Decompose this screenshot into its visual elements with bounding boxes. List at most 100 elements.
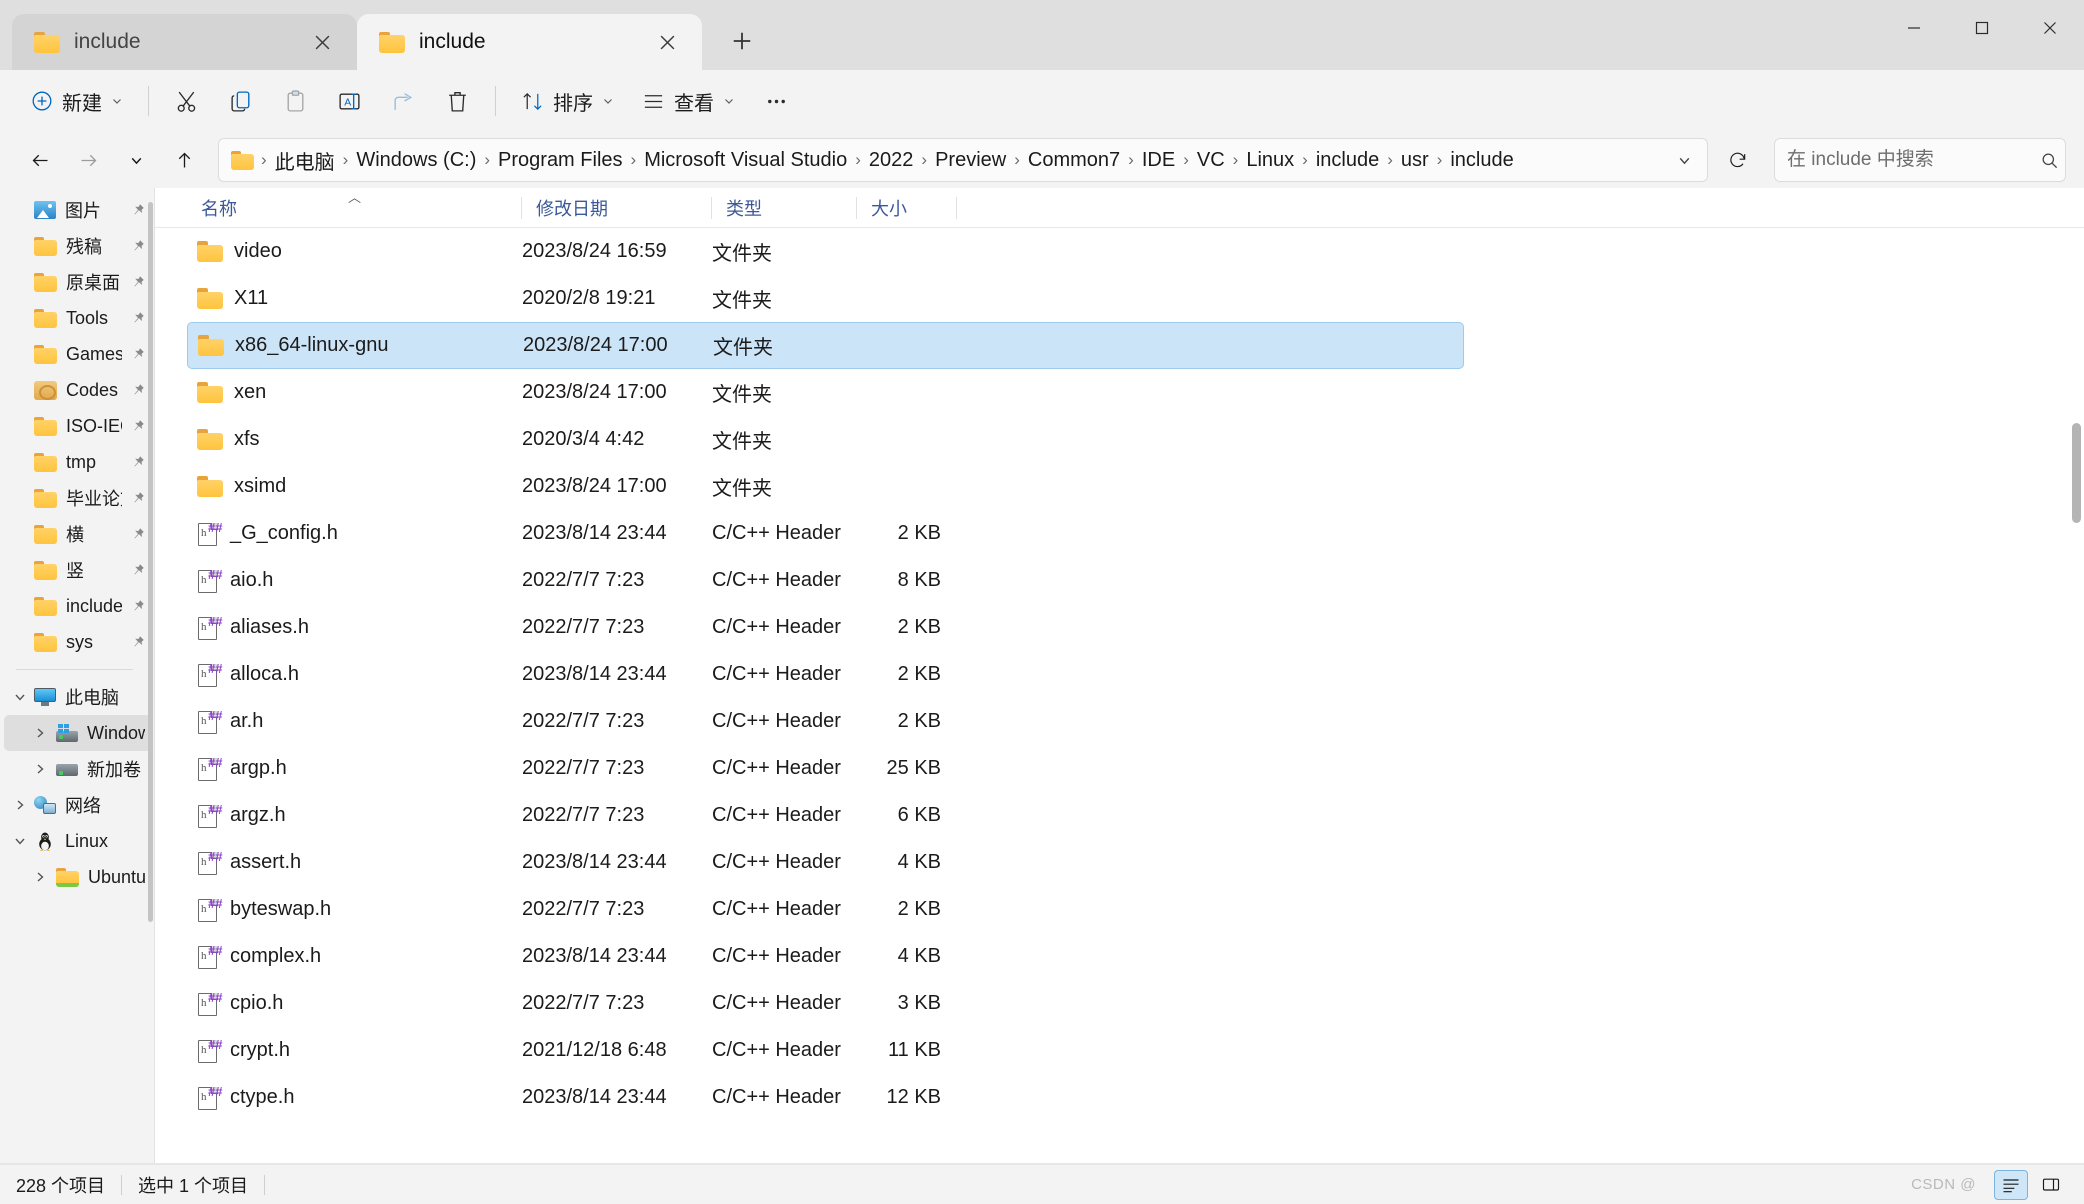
search-input[interactable] (1787, 149, 2032, 171)
sidebar-item-iso-iec[interactable]: ISO-IEC (4, 408, 151, 444)
table-row[interactable]: xen 2023/8/24 17:00 文件夹 (187, 369, 1464, 416)
column-header-type[interactable]: 类型 (712, 188, 857, 228)
column-header-name[interactable]: ︿ 名称 (187, 188, 522, 228)
sidebar-item-linux[interactable]: Linux (4, 823, 151, 859)
sidebar-item-include[interactable]: include (4, 588, 151, 624)
breadcrumb[interactable]: › 此电脑 › Windows (C:) › Program Files › M… (218, 138, 1708, 182)
breadcrumb-item-5[interactable]: Preview (928, 146, 1013, 175)
table-row[interactable]: x86_64-linux-gnu 2023/8/24 17:00 文件夹 (187, 322, 1464, 369)
pin-icon[interactable] (131, 491, 145, 505)
sidebar-item-network[interactable]: 网络 (4, 787, 151, 823)
pin-icon[interactable] (131, 311, 145, 325)
sidebar-item-tmp[interactable]: tmp (4, 444, 151, 480)
table-row[interactable]: h ## ctype.h 2023/8/14 23:44 C/C++ Header 12 … (187, 1074, 1464, 1121)
table-row[interactable]: X11 2020/2/8 19:21 文件夹 (187, 275, 1464, 322)
sidebar-item-shu[interactable]: 竖 (4, 552, 151, 588)
sidebar-item-games[interactable]: Games (4, 336, 151, 372)
file-list-scrollbar-thumb[interactable] (2072, 423, 2081, 523)
copy-button[interactable] (215, 78, 267, 124)
table-row[interactable]: h ## alloca.h 2023/8/14 23:44 C/C++ Header 2 … (187, 651, 1464, 698)
breadcrumb-item-1[interactable]: Windows (C:) (349, 146, 483, 175)
file-list[interactable]: video 2023/8/24 16:59 文件夹 X11 2020/2/8 19:21… (155, 228, 2084, 1164)
tab-include-1[interactable]: include (12, 14, 357, 70)
pin-icon[interactable] (131, 455, 145, 469)
table-row[interactable]: h ## argz.h 2022/7/7 7:23 C/C++ Header 6 KB (187, 792, 1464, 839)
delete-button[interactable] (431, 78, 483, 124)
chevron-down-icon[interactable] (12, 689, 28, 705)
sidebar-item-this-pc[interactable]: 此电脑 (4, 679, 151, 715)
maximize-button[interactable] (1948, 0, 2016, 56)
table-row[interactable]: xfs 2020/3/4 4:42 文件夹 (187, 416, 1464, 463)
more-options-button[interactable] (750, 78, 802, 124)
sidebar-item-tools[interactable]: Tools (4, 300, 151, 336)
table-row[interactable]: h ## _G_config.h 2023/8/14 23:44 C/C++ Heade… (187, 510, 1464, 557)
column-header-date[interactable]: 修改日期 (522, 188, 712, 228)
back-button[interactable] (18, 138, 62, 182)
breadcrumb-item-0[interactable]: 此电脑 (268, 143, 342, 178)
sidebar-item-old-desktop[interactable]: 原桌面 (4, 264, 151, 300)
up-button[interactable] (162, 138, 206, 182)
breadcrumb-item-7[interactable]: IDE (1135, 146, 1182, 175)
column-divider[interactable] (956, 196, 957, 219)
recent-locations-button[interactable] (114, 138, 158, 182)
chevron-right-icon[interactable] (32, 761, 48, 777)
table-row[interactable]: h ## assert.h 2023/8/14 23:44 C/C++ Header 4 … (187, 839, 1464, 886)
table-row[interactable]: h ## argp.h 2022/7/7 7:23 C/C++ Header 25 KB (187, 745, 1464, 792)
details-view-button[interactable] (1994, 1169, 2028, 1200)
table-row[interactable]: h ## aio.h 2022/7/7 7:23 C/C++ Header 8 KB (187, 557, 1464, 604)
breadcrumb-item-3[interactable]: Microsoft Visual Studio (637, 146, 854, 175)
breadcrumb-item-8[interactable]: VC (1190, 146, 1232, 175)
sidebar-item-sys[interactable]: sys (4, 624, 151, 660)
breadcrumb-item-2[interactable]: Program Files (491, 146, 629, 175)
file-list-scrollbar-track[interactable] (2069, 228, 2084, 1164)
forward-button[interactable] (66, 138, 110, 182)
sidebar-item-thesis[interactable]: 毕业论文 (4, 480, 151, 516)
view-button[interactable]: 查看 (629, 78, 748, 124)
chevron-right-icon[interactable] (32, 725, 48, 741)
table-row[interactable]: video 2023/8/24 16:59 文件夹 (187, 228, 1464, 275)
rename-button[interactable]: A (323, 78, 375, 124)
pin-icon[interactable] (131, 203, 145, 217)
close-icon[interactable] (650, 25, 684, 59)
sidebar-scrollbar[interactable] (148, 202, 153, 922)
chevron-right-icon[interactable] (12, 797, 28, 813)
search-box[interactable] (1774, 138, 2066, 182)
pin-icon[interactable] (131, 347, 145, 361)
column-header-size[interactable]: 大小 (857, 188, 957, 228)
sidebar-item-heng[interactable]: 横 (4, 516, 151, 552)
pin-icon[interactable] (131, 419, 145, 433)
pin-icon[interactable] (131, 635, 145, 649)
pin-icon[interactable] (131, 599, 145, 613)
sidebar-item-ubuntu[interactable]: Ubuntu (4, 859, 151, 895)
minimize-button[interactable] (1880, 0, 1948, 56)
pin-icon[interactable] (131, 527, 145, 541)
share-button[interactable] (377, 78, 429, 124)
sidebar-item-new-volume-d[interactable]: 新加卷 (D:) (4, 751, 151, 787)
table-row[interactable]: xsimd 2023/8/24 17:00 文件夹 (187, 463, 1464, 510)
pin-icon[interactable] (131, 239, 145, 253)
preview-pane-button[interactable] (2034, 1170, 2068, 1200)
table-row[interactable]: h ## byteswap.h 2022/7/7 7:23 C/C++ Header 2 … (187, 886, 1464, 933)
new-button[interactable]: 新建 (18, 78, 136, 124)
breadcrumb-item-11[interactable]: usr (1394, 146, 1436, 175)
paste-button[interactable] (269, 78, 321, 124)
breadcrumb-item-12[interactable]: include (1443, 146, 1520, 175)
chevron-down-icon[interactable] (12, 833, 28, 849)
breadcrumb-item-6[interactable]: Common7 (1021, 146, 1127, 175)
refresh-button[interactable] (1716, 138, 1760, 182)
close-icon[interactable] (305, 25, 339, 59)
breadcrumb-item-4[interactable]: 2022 (862, 146, 921, 175)
table-row[interactable]: h ## complex.h 2023/8/14 23:44 C/C++ Header 4… (187, 933, 1464, 980)
breadcrumb-item-10[interactable]: include (1309, 146, 1386, 175)
pin-icon[interactable] (131, 275, 145, 289)
sort-button[interactable]: 排序 (508, 78, 627, 124)
table-row[interactable]: h ## ar.h 2022/7/7 7:23 C/C++ Header 2 KB (187, 698, 1464, 745)
table-row[interactable]: h ## crypt.h 2021/12/18 6:48 C/C++ Header 11 … (187, 1027, 1464, 1074)
tab-include-2[interactable]: include (357, 14, 702, 70)
close-button[interactable] (2016, 0, 2084, 56)
new-tab-button[interactable] (716, 15, 768, 67)
table-row[interactable]: h ## aliases.h 2022/7/7 7:23 C/C++ Header 2 K… (187, 604, 1464, 651)
table-row[interactable]: h ## cpio.h 2022/7/7 7:23 C/C++ Header 3 KB (187, 980, 1464, 1027)
cut-button[interactable] (161, 78, 213, 124)
chevron-right-icon[interactable] (32, 869, 48, 885)
